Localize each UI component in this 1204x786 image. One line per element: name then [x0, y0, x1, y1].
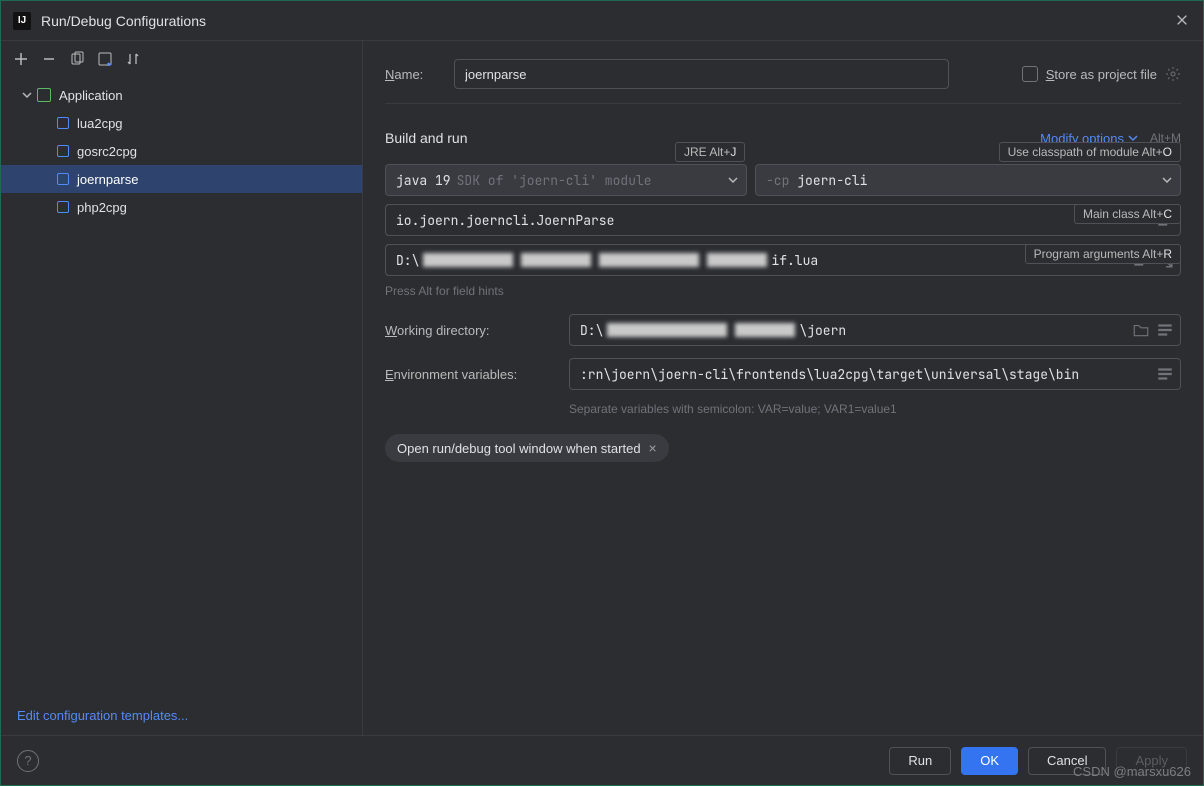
- field-hints-text: Press Alt for field hints: [385, 284, 1181, 298]
- add-config-button[interactable]: [9, 47, 33, 71]
- run-button[interactable]: Run: [889, 747, 951, 775]
- config-form: Name: Store as project file Build and ru…: [363, 41, 1203, 735]
- tree-label: gosrc2cpg: [77, 144, 137, 159]
- close-icon: [1175, 13, 1189, 27]
- chevron-down-icon: [728, 175, 738, 185]
- workdir-label: Working directory:: [385, 323, 559, 338]
- copy-config-button[interactable]: [65, 47, 89, 71]
- name-input[interactable]: [454, 59, 949, 89]
- list-icon[interactable]: [1156, 365, 1174, 383]
- minus-icon: [41, 51, 57, 67]
- edit-templates-link[interactable]: Edit configuration templates...: [17, 708, 188, 723]
- mainclass-hint-tag: Main class Alt+C: [1074, 204, 1181, 224]
- help-button[interactable]: ?: [17, 750, 39, 772]
- env-label: Environment variables:: [385, 367, 559, 382]
- application-icon: [57, 145, 69, 157]
- remove-config-button[interactable]: [37, 47, 61, 71]
- sort-icon: [125, 51, 141, 67]
- tree-node-gosrc2cpg[interactable]: gosrc2cpg: [1, 137, 362, 165]
- chevron-down-icon: [1162, 175, 1172, 185]
- gear-icon[interactable]: [1165, 66, 1181, 82]
- tree-label: lua2cpg: [77, 116, 123, 131]
- tree-node-lua2cpg[interactable]: lua2cpg: [1, 109, 362, 137]
- jre-hint-tag: JRE Alt+J: [675, 142, 745, 162]
- tree-label: Application: [59, 88, 123, 103]
- save-icon: [97, 51, 113, 67]
- tree-label: joernparse: [77, 172, 138, 187]
- store-as-project-checkbox[interactable]: [1022, 66, 1038, 82]
- watermark: CSDN @marsxu626: [1073, 764, 1191, 779]
- name-label: Name:: [385, 67, 440, 82]
- window-title: Run/Debug Configurations: [41, 13, 1175, 29]
- dialog-button-bar: ? Run OK Cancel Apply: [1, 735, 1203, 785]
- plus-icon: [13, 51, 29, 67]
- ok-button[interactable]: OK: [961, 747, 1018, 775]
- application-icon: [57, 201, 69, 213]
- tree-node-php2cpg[interactable]: php2cpg: [1, 193, 362, 221]
- chevron-down-icon: [21, 89, 33, 101]
- list-icon[interactable]: [1156, 321, 1174, 339]
- env-vars-input[interactable]: :rn\joern\joern-cli\frontends\lua2cpg\ta…: [569, 358, 1181, 390]
- sort-config-button[interactable]: [121, 47, 145, 71]
- jre-select[interactable]: java 19SDK of 'joern-cli' module: [385, 164, 747, 196]
- close-button[interactable]: [1175, 13, 1191, 29]
- progargs-hint-tag: Program arguments Alt+R: [1025, 244, 1181, 264]
- sidebar-toolbar: [1, 41, 362, 77]
- chip-remove-icon[interactable]: ×: [649, 440, 657, 456]
- config-tree: Application lua2cpg gosrc2cpg joernparse…: [1, 77, 362, 696]
- application-icon: [57, 117, 69, 129]
- classpath-hint-tag: Use classpath of module Alt+O: [999, 142, 1181, 162]
- configurations-sidebar: Application lua2cpg gosrc2cpg joernparse…: [1, 41, 363, 735]
- tree-node-application[interactable]: Application: [1, 81, 362, 109]
- folder-icon[interactable]: [1132, 321, 1150, 339]
- open-tool-window-chip[interactable]: Open run/debug tool window when started …: [385, 434, 669, 462]
- save-config-button[interactable]: [93, 47, 117, 71]
- application-icon: [57, 173, 69, 185]
- copy-icon: [69, 51, 85, 67]
- application-group-icon: [37, 88, 51, 102]
- store-label: Store as project file: [1046, 67, 1157, 82]
- env-hint: Separate variables with semicolon: VAR=v…: [569, 402, 1181, 416]
- tree-node-joernparse[interactable]: joernparse: [1, 165, 362, 193]
- classpath-select[interactable]: -cp joern-cli: [755, 164, 1181, 196]
- tree-label: php2cpg: [77, 200, 127, 215]
- working-directory-input[interactable]: D:\ \joern: [569, 314, 1181, 346]
- main-class-input[interactable]: io.joern.joerncli.JoernParse: [385, 204, 1181, 236]
- intellij-logo-icon: IJ: [13, 12, 31, 30]
- titlebar: IJ Run/Debug Configurations: [1, 1, 1203, 41]
